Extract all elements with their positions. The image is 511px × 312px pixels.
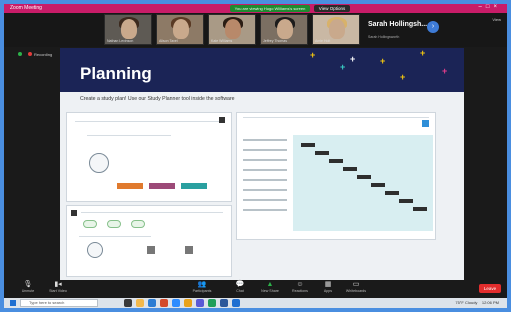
- sparkle-icon: +: [420, 48, 426, 58]
- title-bar: Zoom Meeting You are viewing Hugo Willia…: [4, 4, 507, 13]
- outlook-icon[interactable]: [232, 299, 240, 307]
- recording-label: Recording: [34, 52, 53, 57]
- gantt-bar: [301, 143, 315, 147]
- chrome-icon[interactable]: [184, 299, 192, 307]
- participant-tile[interactable]: Alison Tavel: [156, 14, 204, 45]
- gantt-bar: [385, 191, 399, 195]
- progress-ring-icon: [87, 242, 103, 258]
- sparkle-icon: +: [350, 54, 356, 64]
- clock-label: 12:06 PM: [481, 300, 499, 305]
- participant-tile[interactable]: Amie Holt: [312, 14, 360, 45]
- video-icon: ▮◂: [54, 281, 62, 288]
- participants-button[interactable]: 👥 Participants: [184, 280, 220, 294]
- people-icon: 👥: [197, 281, 207, 288]
- gantt-chart: [293, 135, 433, 231]
- windows-start-icon[interactable]: [10, 300, 16, 306]
- taskbar-search-input[interactable]: Type here to search: [20, 299, 98, 307]
- close-icon: [219, 117, 225, 123]
- view-button[interactable]: View: [492, 17, 501, 22]
- file-explorer-icon[interactable]: [136, 299, 144, 307]
- excel-icon[interactable]: [208, 299, 216, 307]
- gantt-bar: [371, 183, 385, 187]
- zoom-icon[interactable]: [172, 299, 180, 307]
- gantt-bar: [399, 199, 413, 203]
- participants-strip: Nathan Levinson Alison Tavel Kate Willia…: [4, 13, 507, 47]
- menu-icon: [71, 210, 77, 216]
- app-name: Zoom Meeting: [10, 5, 42, 11]
- gantt-bar: [343, 167, 357, 171]
- slide-body-text: Create a study plan! Use our Study Plann…: [80, 96, 235, 102]
- shared-screen: Planning + + + + + + + Create a study pl…: [60, 48, 464, 280]
- screenshot-panel: [66, 205, 232, 277]
- record-dot-icon: [28, 52, 32, 56]
- participant-name: Jeffrey Thomas: [263, 39, 287, 43]
- minimize-icon[interactable]: –: [479, 4, 486, 10]
- progress-ring-icon: [89, 153, 109, 173]
- status-dot-icon: [18, 52, 22, 56]
- gantt-bar: [315, 151, 329, 155]
- sparkle-icon: +: [340, 62, 346, 72]
- start-video-button[interactable]: ▮◂ Start Video: [40, 280, 76, 294]
- gantt-bar: [413, 207, 427, 211]
- participant-tile[interactable]: Jeffrey Thomas: [260, 14, 308, 45]
- edge-icon[interactable]: [148, 299, 156, 307]
- word-icon[interactable]: [220, 299, 228, 307]
- participant-name: Kate Williams: [211, 39, 233, 43]
- participant-tile[interactable]: Kate Williams: [208, 14, 256, 45]
- add-icon: [422, 120, 429, 127]
- gantt-bar: [357, 175, 371, 179]
- window-controls[interactable]: –□×: [479, 4, 501, 10]
- whiteboard-icon: ▭: [352, 281, 360, 288]
- leave-button[interactable]: Leave: [479, 284, 501, 293]
- study-planner-panel: [236, 112, 436, 240]
- sparkle-icon: +: [310, 50, 316, 60]
- office-icon[interactable]: [160, 299, 168, 307]
- recording-indicator[interactable]: Recording: [18, 52, 52, 57]
- document-icon: [185, 246, 193, 254]
- speaker-avatar-icon[interactable]: ›: [427, 21, 439, 33]
- task-view-icon[interactable]: [124, 299, 132, 307]
- whiteboards-button[interactable]: ▭ Whiteboards: [338, 280, 374, 294]
- system-tray[interactable]: 75°F Cloudy 12:06 PM: [455, 299, 499, 307]
- share-status-indicator: You are viewing Hugo Williams's screen: [230, 5, 310, 12]
- participant-name: Alison Tavel: [159, 39, 178, 43]
- active-speaker-name: Sarah Hollingsh...: [368, 21, 428, 28]
- weather-label: 75°F Cloudy: [455, 300, 478, 305]
- meeting-controls: 🎙 Unmute ▮◂ Start Video 👥 Participants 💬…: [4, 280, 507, 298]
- close-icon[interactable]: ×: [493, 4, 501, 10]
- gantt-bar: [329, 159, 343, 163]
- slide-header: Planning + + + + + + +: [60, 48, 464, 92]
- participant-name: Amie Holt: [315, 39, 331, 43]
- screenshot-panel: [66, 112, 232, 202]
- sparkle-icon: +: [442, 66, 448, 76]
- document-icon: [147, 246, 155, 254]
- active-speaker-subtitle: Sarah Hollingsworth: [368, 35, 400, 39]
- sparkle-icon: +: [380, 56, 386, 66]
- participant-name: Nathan Levinson: [107, 39, 134, 43]
- participant-tile[interactable]: Nathan Levinson: [104, 14, 152, 45]
- windows-taskbar: Type here to search 75°F Cloudy 12:06 PM: [4, 298, 507, 308]
- sparkle-icon: +: [400, 72, 406, 82]
- view-options-button[interactable]: View Options: [314, 5, 350, 12]
- teams-icon[interactable]: [196, 299, 204, 307]
- slide-title: Planning: [80, 64, 152, 83]
